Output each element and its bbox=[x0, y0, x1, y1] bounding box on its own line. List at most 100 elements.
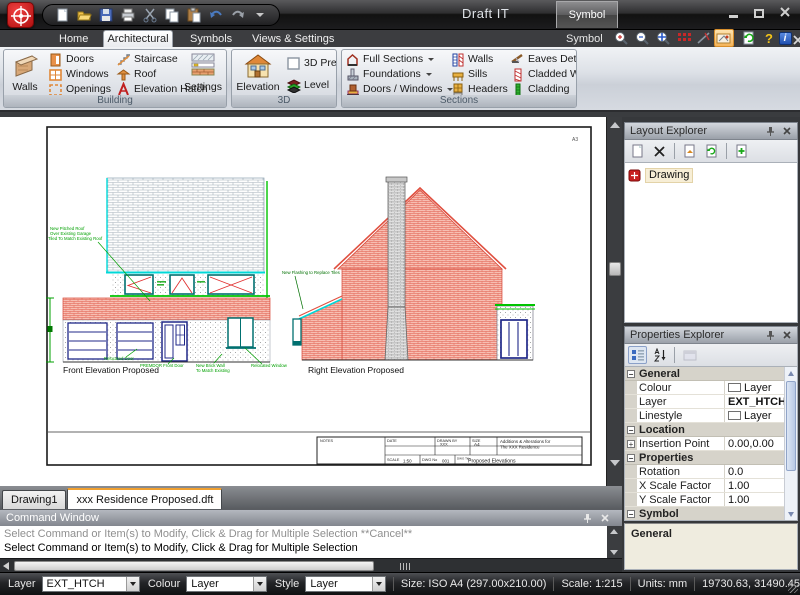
property-row[interactable]: Rotation0.0 bbox=[625, 465, 797, 479]
canvas-vertical-scrollbar[interactable] bbox=[606, 117, 622, 486]
layer-dropdown-button[interactable] bbox=[126, 577, 139, 591]
copy-button[interactable] bbox=[163, 6, 181, 24]
snap-grid-button[interactable] bbox=[675, 29, 693, 47]
save-button[interactable] bbox=[97, 6, 115, 24]
property-row[interactable]: ColourLayer bbox=[625, 381, 797, 395]
tab-views-settings[interactable]: Views & Settings bbox=[238, 30, 348, 47]
close-panel-icon[interactable] bbox=[600, 513, 610, 523]
elevation-button[interactable]: Elevation bbox=[234, 52, 282, 96]
resize-grip[interactable] bbox=[788, 583, 798, 593]
pin-icon[interactable] bbox=[765, 330, 775, 341]
settings-button[interactable]: Settings bbox=[180, 52, 226, 96]
layer-combo[interactable]: EXT_HTCH bbox=[42, 576, 140, 592]
delete-layout-button[interactable] bbox=[650, 142, 669, 160]
property-group[interactable]: −Properties bbox=[625, 451, 797, 465]
style-dropdown-button[interactable] bbox=[372, 577, 385, 591]
tab-architectural[interactable]: Architectural bbox=[103, 30, 173, 47]
collapse-icon[interactable]: − bbox=[627, 454, 635, 462]
v-scroll-thumb[interactable] bbox=[609, 262, 621, 276]
close-panel-icon[interactable] bbox=[782, 330, 792, 340]
new-layout-button[interactable] bbox=[628, 142, 647, 160]
import-layout-button[interactable] bbox=[680, 142, 699, 160]
scroll-left-icon[interactable] bbox=[3, 562, 9, 570]
maximize-button[interactable] bbox=[752, 6, 766, 18]
headers-button[interactable]: Headers bbox=[450, 82, 508, 96]
command-vertical-scrollbar[interactable] bbox=[607, 526, 622, 558]
eaves-details-button[interactable]: Eaves Details bbox=[510, 52, 576, 66]
collapse-icon[interactable]: − bbox=[627, 426, 635, 434]
collapse-icon[interactable]: − bbox=[627, 370, 635, 378]
doors-button[interactable]: Doors bbox=[48, 52, 114, 66]
properties-scrollbar[interactable] bbox=[784, 367, 797, 521]
full-sections-button[interactable]: Full Sections bbox=[345, 52, 445, 66]
symbol-tool-button-active[interactable] bbox=[714, 29, 734, 47]
scroll-down-icon[interactable] bbox=[610, 460, 620, 466]
windows-button[interactable]: Windows bbox=[48, 67, 114, 81]
level-button[interactable]: Level bbox=[286, 78, 336, 92]
paste-button[interactable] bbox=[185, 6, 203, 24]
walls-button[interactable]: Walls bbox=[5, 52, 45, 96]
scroll-up-icon[interactable] bbox=[788, 371, 794, 376]
property-row[interactable]: LayerEXT_HTCH bbox=[625, 395, 797, 409]
expand-icon[interactable]: + bbox=[627, 440, 635, 448]
refresh-button[interactable] bbox=[740, 29, 758, 47]
pin-icon[interactable] bbox=[582, 513, 592, 524]
tab-symbols[interactable]: Symbols bbox=[176, 30, 246, 47]
app-menu-button[interactable] bbox=[7, 2, 34, 28]
alphabetical-sort-button[interactable] bbox=[650, 346, 669, 364]
zoom-extents-button[interactable] bbox=[654, 29, 672, 47]
property-row[interactable]: LinestyleLayer bbox=[625, 409, 797, 423]
ortho-button[interactable] bbox=[695, 29, 713, 47]
categorized-view-button[interactable] bbox=[628, 346, 647, 364]
doors-windows-sections-button[interactable]: Doors / Windows bbox=[345, 82, 445, 96]
qat-customize-dropdown[interactable] bbox=[251, 6, 269, 24]
print-button[interactable] bbox=[119, 6, 137, 24]
property-row[interactable]: X Scale Factor1.00 bbox=[625, 479, 797, 493]
walls-sections-button[interactable]: Walls bbox=[450, 52, 508, 66]
style-combo[interactable]: Layer bbox=[305, 576, 386, 592]
refresh-layout-button[interactable] bbox=[702, 142, 721, 160]
linestyle-swatch[interactable] bbox=[728, 411, 741, 420]
zoom-out-button[interactable] bbox=[633, 29, 651, 47]
close-button[interactable] bbox=[778, 6, 792, 18]
property-group[interactable]: −Symbol bbox=[625, 507, 797, 521]
command-horizontal-scrollbar[interactable] bbox=[0, 558, 622, 572]
add-layout-button[interactable] bbox=[732, 142, 751, 160]
colour-swatch[interactable] bbox=[728, 383, 741, 392]
zoom-in-button[interactable] bbox=[612, 29, 630, 47]
symbol-context-tab[interactable]: Symbol bbox=[556, 1, 618, 28]
openings-button[interactable]: Openings bbox=[48, 82, 114, 96]
open-button[interactable] bbox=[75, 6, 93, 24]
tab-home[interactable]: Home bbox=[45, 30, 102, 47]
doc-tab-drawing1[interactable]: Drawing1 bbox=[2, 490, 66, 509]
drawing-canvas[interactable]: A3 bbox=[0, 117, 606, 486]
property-group[interactable]: −Location bbox=[625, 423, 797, 437]
redo-button[interactable] bbox=[229, 6, 247, 24]
colour-combo[interactable]: Layer bbox=[186, 576, 267, 592]
scroll-thumb[interactable] bbox=[786, 381, 796, 471]
minimize-button[interactable] bbox=[726, 6, 740, 18]
scroll-up-icon[interactable] bbox=[610, 122, 620, 128]
pin-icon[interactable] bbox=[765, 126, 775, 137]
scroll-up-icon[interactable] bbox=[610, 529, 618, 534]
layout-item-drawing[interactable]: Drawing bbox=[628, 167, 794, 183]
doc-tab-residence[interactable]: xxx Residence Proposed.dft bbox=[67, 488, 222, 509]
cladding-button[interactable]: Cladding bbox=[510, 82, 576, 96]
cut-button[interactable] bbox=[141, 6, 159, 24]
command-history[interactable]: Select Command or Item(s) to Modify, Cli… bbox=[0, 526, 622, 558]
close-panel-icon[interactable] bbox=[782, 126, 792, 136]
foundations-button[interactable]: Foundations bbox=[345, 67, 445, 81]
undo-button[interactable] bbox=[207, 6, 225, 24]
cladded-walls-button[interactable]: Cladded Walls bbox=[510, 67, 576, 81]
colour-dropdown-button[interactable] bbox=[253, 577, 266, 591]
property-row[interactable]: Y Scale Factor1.00 bbox=[625, 493, 797, 507]
scroll-down-icon[interactable] bbox=[788, 512, 794, 517]
scroll-down-icon[interactable] bbox=[610, 550, 618, 555]
property-group[interactable]: −General bbox=[625, 367, 797, 381]
property-row[interactable]: +Insertion Point0.00,0.00 bbox=[625, 437, 797, 451]
h-scroll-thumb[interactable] bbox=[14, 561, 374, 571]
3d-preview-checkbox[interactable]: 3D Preview bbox=[286, 56, 336, 70]
collapse-icon[interactable]: − bbox=[627, 510, 635, 518]
sills-button[interactable]: Sills bbox=[450, 67, 508, 81]
new-button[interactable] bbox=[53, 6, 71, 24]
